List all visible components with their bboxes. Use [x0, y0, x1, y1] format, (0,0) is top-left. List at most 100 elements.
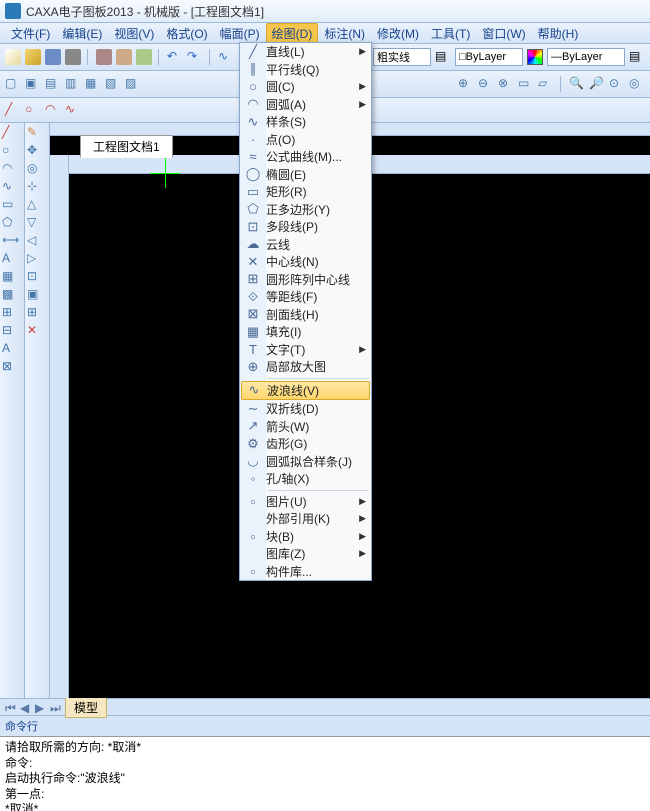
menu-item-14[interactable]: ⟐等距线(F) — [240, 288, 371, 306]
menu-9[interactable]: 窗口(W) — [476, 23, 531, 44]
menu-item-4[interactable]: ∿样条(S) — [240, 113, 371, 131]
lt-a4-icon[interactable]: ⊠ — [2, 359, 18, 375]
tb2-7[interactable]: ▨ — [125, 76, 141, 92]
tb2-z2[interactable]: ⊖ — [478, 76, 494, 92]
lt-a3-icon[interactable]: A — [2, 341, 18, 357]
nav-last-icon[interactable]: ⏭ — [50, 701, 62, 713]
document-tab[interactable]: 工程图文档1 — [80, 135, 173, 158]
menu-item-29[interactable]: ▫块(B)▶ — [240, 528, 371, 546]
lt2-11[interactable]: ⊞ — [27, 305, 43, 321]
menu-item-10[interactable]: ⊡多段线(P) — [240, 218, 371, 236]
menu-item-5[interactable]: ·点(O) — [240, 131, 371, 149]
tb2-6[interactable]: ▧ — [105, 76, 121, 92]
menu-item-15[interactable]: ⊠剖面线(H) — [240, 306, 371, 324]
lt2-8[interactable]: ▷ — [27, 251, 43, 267]
layer-icon[interactable]: ▤ — [435, 49, 451, 65]
wave-icon[interactable]: ∿ — [218, 49, 234, 65]
color-picker[interactable] — [527, 49, 543, 65]
tb2-3[interactable]: ▤ — [45, 76, 61, 92]
tb2-z5[interactable]: ▱ — [538, 76, 554, 92]
model-tab[interactable]: 模型 — [65, 697, 107, 718]
menu-item-9[interactable]: ⬠正多边形(Y) — [240, 201, 371, 219]
paste-icon[interactable] — [136, 49, 152, 65]
menu-3[interactable]: 格式(O) — [160, 23, 213, 44]
tb2-z1[interactable]: ⊕ — [458, 76, 474, 92]
tb2-5[interactable]: ▦ — [85, 76, 101, 92]
menu-item-13[interactable]: ⊞圆形阵列中心线 — [240, 271, 371, 289]
menu-0[interactable]: 文件(F) — [5, 23, 56, 44]
lt2-6[interactable]: ▽ — [27, 215, 43, 231]
new-icon[interactable] — [5, 49, 21, 65]
menu-item-2[interactable]: ○圆(C)▶ — [240, 78, 371, 96]
menu-item-22[interactable]: ↗箭头(W) — [240, 418, 371, 436]
lt-hatch-icon[interactable]: ▦ — [2, 269, 18, 285]
lt2-2[interactable]: ✥ — [27, 143, 43, 159]
lt-arc-icon[interactable]: ◠ — [2, 161, 18, 177]
menu-item-21[interactable]: ∼双折线(D) — [240, 400, 371, 418]
tb2-m2[interactable]: 🔎 — [589, 76, 605, 92]
menu-item-27[interactable]: ▫图片(U)▶ — [240, 493, 371, 511]
menu-item-8[interactable]: ▭矩形(R) — [240, 183, 371, 201]
lt2-7[interactable]: ◁ — [27, 233, 43, 249]
lt-spline-icon[interactable]: ∿ — [2, 179, 18, 195]
menu-item-25[interactable]: ◦孔/轴(X) — [240, 470, 371, 488]
tb2-1[interactable]: ▢ — [5, 76, 21, 92]
layer2-select[interactable]: — ByLayer — [547, 48, 625, 66]
menu-item-31[interactable]: ▫构件库... — [240, 563, 371, 581]
menu-item-30[interactable]: 图库(Z)▶ — [240, 545, 371, 563]
lt-a2-icon[interactable]: ⊟ — [2, 323, 18, 339]
menu-4[interactable]: 幅面(P) — [214, 23, 266, 44]
lt2-4[interactable]: ⊹ — [27, 179, 43, 195]
menu-item-12[interactable]: ✕中心线(N) — [240, 253, 371, 271]
tb3-4[interactable]: ∿ — [65, 102, 81, 118]
lt-rect-icon[interactable]: ▭ — [2, 197, 18, 213]
tb2-4[interactable]: ▥ — [65, 76, 81, 92]
linestyle-select[interactable]: 粗实线 — [373, 48, 431, 66]
tb3-1[interactable]: ╱ — [5, 102, 21, 118]
tb3-3[interactable]: ◠ — [45, 102, 61, 118]
lt2-9[interactable]: ⊡ — [27, 269, 43, 285]
menu-2[interactable]: 视图(V) — [108, 23, 160, 44]
lt-text-icon[interactable]: A — [2, 251, 18, 267]
tb2-m4[interactable]: ◎ — [629, 76, 645, 92]
command-box[interactable]: 请拾取所需的方向: *取消*命令:启动执行命令:"波浪线"第一点: *取消*命令… — [0, 736, 650, 811]
menu-item-17[interactable]: T文字(T)▶ — [240, 341, 371, 359]
tb2-2[interactable]: ▣ — [25, 76, 41, 92]
menu-item-16[interactable]: ▦填充(I) — [240, 323, 371, 341]
lt-a1-icon[interactable]: ⊞ — [2, 305, 18, 321]
open-icon[interactable] — [25, 49, 41, 65]
menu-5[interactable]: 绘图(D) — [266, 23, 319, 44]
lt2-1[interactable]: ✎ — [27, 125, 43, 141]
menu-item-28[interactable]: 外部引用(K)▶ — [240, 510, 371, 528]
lt-line-icon[interactable]: ╱ — [2, 125, 18, 141]
menu-7[interactable]: 修改(M) — [371, 23, 425, 44]
menu-item-24[interactable]: ◡圆弧拟合样条(J) — [240, 453, 371, 471]
lt-fill-icon[interactable]: ▩ — [2, 287, 18, 303]
lt-circle-icon[interactable]: ○ — [2, 143, 18, 159]
menu-10[interactable]: 帮助(H) — [532, 23, 585, 44]
lt2-5[interactable]: △ — [27, 197, 43, 213]
tb2-z4[interactable]: ▭ — [518, 76, 534, 92]
lt-poly-icon[interactable]: ⬠ — [2, 215, 18, 231]
tb3-2[interactable]: ○ — [25, 102, 41, 118]
redo-icon[interactable]: ↷ — [187, 49, 203, 65]
tb2-m3[interactable]: ⊙ — [609, 76, 625, 92]
lt2-12[interactable]: ✕ — [27, 323, 43, 339]
menu-item-18[interactable]: ⊕局部放大图 — [240, 358, 371, 376]
tb2-m1[interactable]: 🔍 — [569, 76, 585, 92]
nav-prev-icon[interactable]: ◀ — [20, 701, 32, 713]
menu-item-6[interactable]: ≈公式曲线(M)... — [240, 148, 371, 166]
copy-icon[interactable] — [116, 49, 132, 65]
nav-first-icon[interactable]: ⏮ — [5, 701, 17, 713]
menu-item-20[interactable]: ∿波浪线(V) — [241, 381, 370, 401]
menu-item-11[interactable]: ☁云线 — [240, 236, 371, 254]
menu-1[interactable]: 编辑(E) — [56, 23, 108, 44]
menu-8[interactable]: 工具(T) — [425, 23, 476, 44]
undo-icon[interactable]: ↶ — [167, 49, 183, 65]
cut-icon[interactable] — [96, 49, 112, 65]
tb2-z3[interactable]: ⊗ — [498, 76, 514, 92]
menu-6[interactable]: 标注(N) — [318, 23, 371, 44]
lt-dim-icon[interactable]: ⟷ — [2, 233, 18, 249]
print-icon[interactable] — [65, 49, 81, 65]
lt2-3[interactable]: ◎ — [27, 161, 43, 177]
